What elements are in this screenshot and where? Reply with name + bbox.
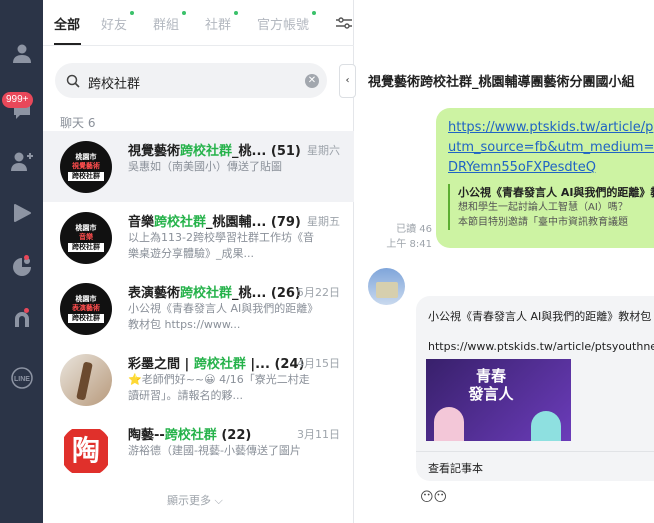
friends-icon[interactable]: [0, 36, 43, 70]
search-icon: [66, 73, 80, 92]
new-dot: [312, 11, 317, 15]
new-dot: [234, 11, 239, 15]
read-status: 已讀 46: [396, 224, 432, 235]
tab-groups[interactable]: 群組: [153, 11, 187, 33]
reaction-emoji[interactable]: 😶😶: [420, 490, 447, 505]
chat-list-panel: 全部 好友 群組 社群 官方帳號 跨校社群 ✕ 聊天 6 桃園市 視覺藝術 跨校…: [43, 0, 354, 523]
chat-row[interactable]: 桃園市 表演藝術 跨校社群 表演藝術跨校社群_桃... (26) 5月22日 小…: [43, 273, 354, 344]
view-note-link[interactable]: 查看記事本: [428, 460, 483, 476]
tab-friends[interactable]: 好友: [101, 11, 135, 33]
chat-panel: ‹ 視覺藝術跨校社群_桃園輔導團藝術分團國小組 https://www.ptsk…: [339, 0, 654, 523]
sent-time: 上午 8:41: [386, 239, 432, 250]
sender-avatar[interactable]: [368, 268, 405, 305]
chat-date: 5月22日: [297, 286, 340, 299]
filter-settings-icon[interactable]: [335, 15, 353, 31]
chat-preview: 吳惠如（南美國小）傳送了貼圖: [128, 160, 282, 173]
divider: [416, 451, 654, 452]
avatar: 桃園市 表演藝術 跨校社群: [60, 283, 112, 335]
new-dot: [130, 11, 135, 15]
link-preview[interactable]: 小公視《青春發言人 AI與我們的距離》教 想和學生一起討論人工智慧（AI）嗎？ …: [448, 184, 654, 230]
voom-dot: [24, 308, 29, 313]
chat-title: 表演藝術跨校社群_桃... (26): [128, 286, 301, 301]
new-dot: [182, 11, 187, 15]
chat-title: 音樂跨校社群_桃園輔... (79): [128, 215, 301, 230]
message-link[interactable]: utm_source=fb&utm_medium=: [448, 140, 654, 155]
sent-message-bubble[interactable]: https://www.ptskids.tw/article/p utm_sou…: [436, 108, 654, 248]
avatar: [60, 354, 112, 406]
tab-official[interactable]: 官方帳號: [257, 11, 317, 33]
received-message-bubble[interactable]: 小公視《青春發言人 AI與我們的距離》教材包 https://www.ptski…: [416, 296, 654, 481]
chat-date: 4月15日: [297, 357, 340, 370]
tab-all[interactable]: 全部: [54, 14, 80, 33]
nav-rail: 999+ LINE: [0, 0, 43, 523]
filter-tabs: 全部 好友 群組 社群 官方帳號: [43, 0, 354, 46]
chat-date: 星期六: [307, 144, 340, 157]
svg-text:LINE: LINE: [14, 376, 30, 383]
chat-date: 星期五: [307, 215, 340, 228]
preview-image[interactable]: 青春 發言人: [426, 359, 571, 441]
avatar: 陶: [60, 425, 112, 477]
message-link[interactable]: https://www.ptskids.tw/article/p: [448, 120, 653, 135]
chat-row[interactable]: 桃園市 視覺藝術 跨校社群 視覺藝術跨校社群_桃... (51) 星期六 吳惠如…: [43, 131, 354, 202]
chat-preview: ⭐老師們好~~😀 4/16「寮光二村走讀研習」。請報名的夥...: [128, 373, 310, 402]
message-link[interactable]: DRYemn55oFXPesdteQ: [448, 160, 596, 175]
voom-icon[interactable]: [0, 303, 43, 337]
avatar: 桃園市 視覺藝術 跨校社群: [60, 141, 112, 193]
unread-badge: 999+: [2, 92, 33, 108]
chat-preview: 游裕德（建國-視藝-小藝傳送了圖片: [128, 444, 301, 457]
chat-room-title: 視覺藝術跨校社群_桃園輔導團藝術分團國小組: [368, 75, 635, 90]
search-input[interactable]: 跨校社群: [88, 73, 140, 92]
avatar: 桃園市 音樂 跨校社群: [60, 212, 112, 264]
tab-community[interactable]: 社群: [205, 11, 239, 33]
chat-preview: 小公視《青春發言人 AI與我們的距離》教材包 https://www...: [128, 302, 313, 331]
openchat-icon[interactable]: [0, 250, 43, 284]
chat-preview: 以上為113-2跨校學習社群工作坊《音樂桌遊分享體驗》_成果...: [128, 231, 314, 260]
section-label-chats: 聊天 6: [60, 116, 96, 130]
line-logo-icon[interactable]: LINE: [0, 361, 43, 395]
openchat-dot: [24, 255, 29, 260]
line-app: 999+ LINE 全部 好友 群組 社群 官方帳號 跨校社群 ✕ 聊天 6 桃…: [0, 0, 654, 523]
chat-row[interactable]: 彩墨之間 | 跨校社群 |... (24) 4月15日 ⭐老師們好~~😀 4/1…: [43, 344, 354, 415]
chat-title: 彩墨之間 | 跨校社群 |... (24): [128, 357, 305, 372]
clear-search-icon[interactable]: ✕: [305, 74, 319, 88]
search-box[interactable]: 跨校社群 ✕: [55, 63, 327, 98]
chat-date: 3月11日: [297, 428, 340, 441]
collapse-list-button[interactable]: ‹: [339, 64, 356, 98]
chat-title: 陶藝--跨校社群 (22): [128, 428, 252, 443]
active-tab-underline: [54, 43, 81, 45]
chat-row[interactable]: 桃園市 音樂 跨校社群 音樂跨校社群_桃園輔... (79) 星期五 以上為11…: [43, 202, 354, 273]
chat-row[interactable]: 陶 陶藝--跨校社群 (22) 3月11日 游裕德（建國-視藝-小藝傳送了圖片: [43, 415, 354, 486]
chat-title: 視覺藝術跨校社群_桃... (51): [128, 144, 301, 159]
show-more-button[interactable]: 顯示更多 ⌵: [167, 492, 223, 508]
add-friend-icon[interactable]: [0, 144, 43, 178]
today-icon[interactable]: [0, 196, 43, 230]
